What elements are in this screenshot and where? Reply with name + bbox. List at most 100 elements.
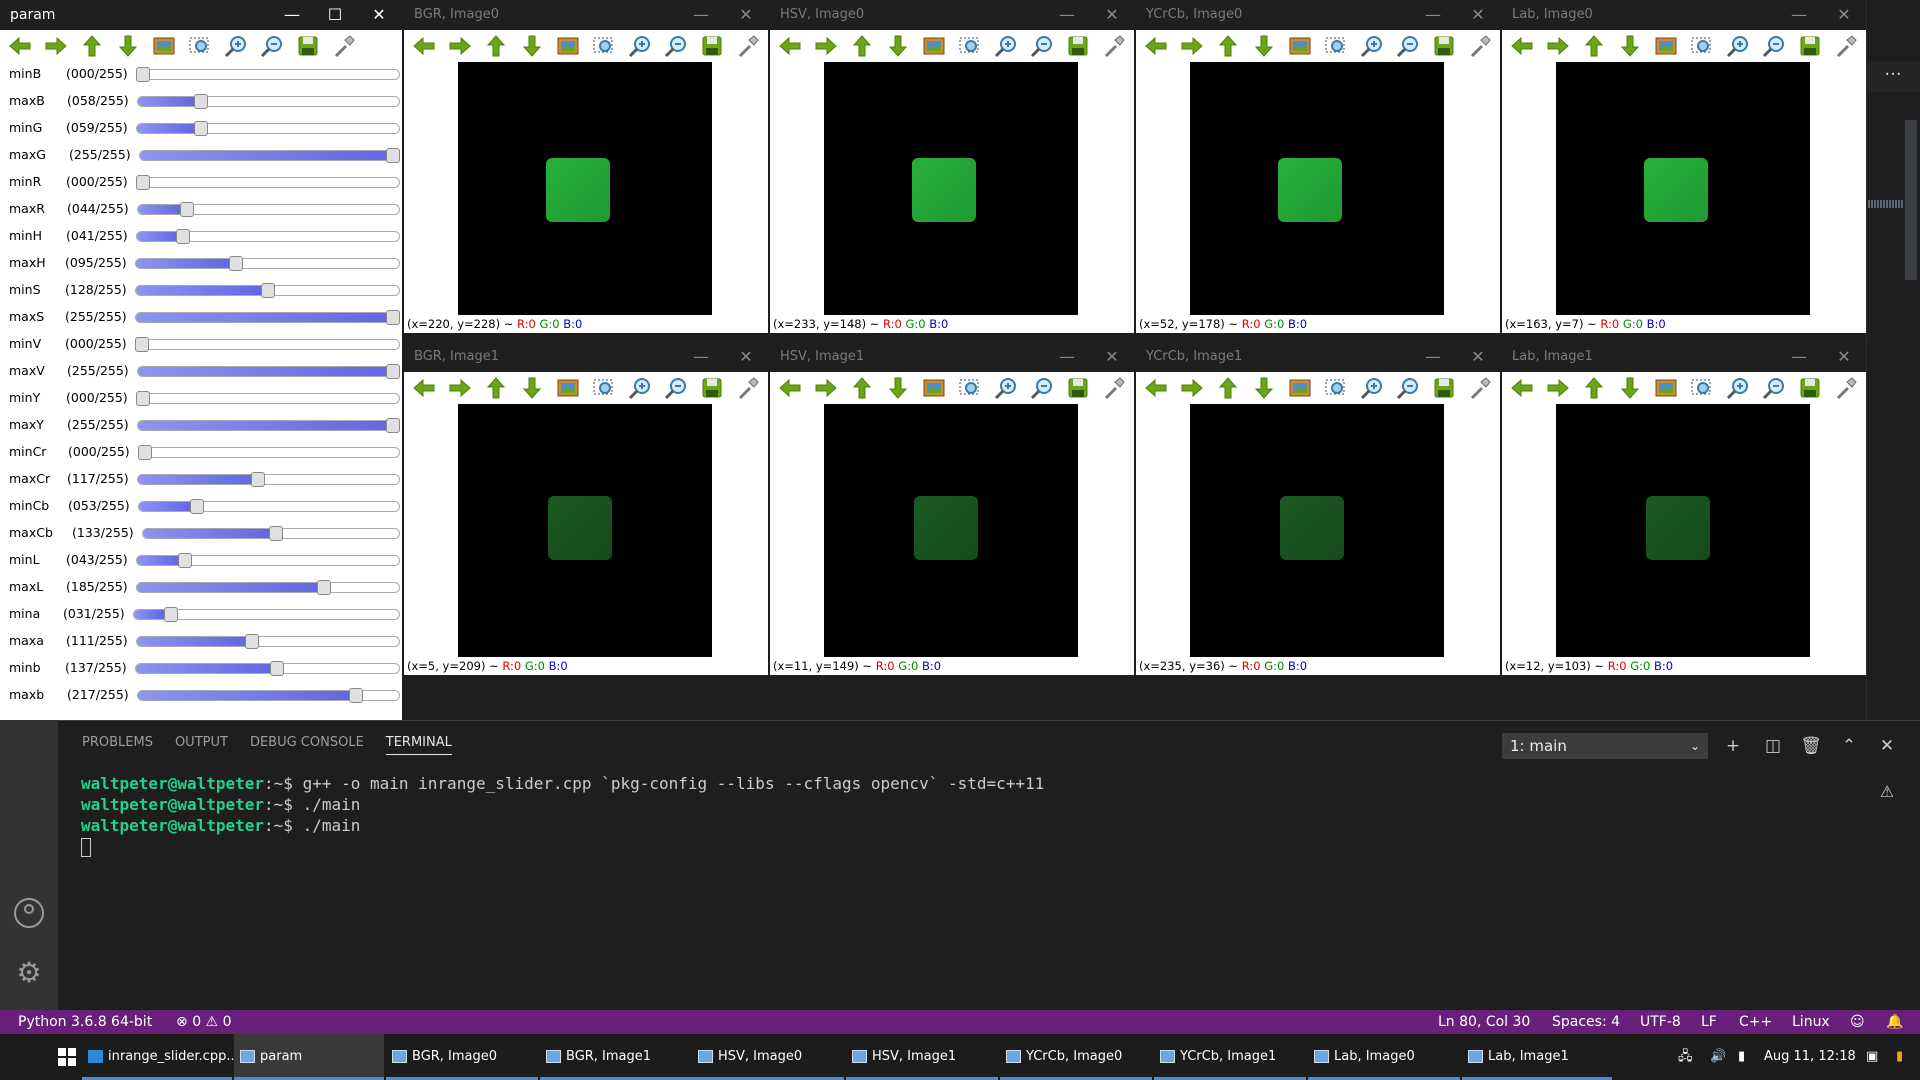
- feedback-icon[interactable]: ☺: [1850, 1010, 1865, 1034]
- arrow-right-icon[interactable]: [1178, 375, 1205, 401]
- zoom-region-icon[interactable]: [590, 375, 617, 401]
- save-icon[interactable]: [1796, 375, 1823, 401]
- slider-track[interactable]: [137, 474, 400, 485]
- image-canvas[interactable]: [404, 62, 768, 322]
- fit-image-icon[interactable]: [1286, 375, 1313, 401]
- save-icon[interactable]: [294, 33, 321, 59]
- trash-icon[interactable]: 🗑: [1798, 733, 1824, 759]
- taskbar-item[interactable]: param: [234, 1034, 384, 1080]
- arrow-up-icon[interactable]: [1580, 33, 1607, 59]
- slider-track[interactable]: [138, 447, 400, 458]
- desktop-icon[interactable]: ▣: [1866, 1034, 1878, 1080]
- python-interpreter[interactable]: Python 3.6.8 64-bit: [18, 1010, 152, 1034]
- arrow-down-icon[interactable]: [1250, 375, 1277, 401]
- clock[interactable]: Aug 11, 12:18: [1764, 1034, 1856, 1080]
- arrow-down-icon[interactable]: [518, 375, 545, 401]
- slider-track[interactable]: [136, 123, 400, 134]
- arrow-up-icon[interactable]: [1214, 33, 1241, 59]
- zoom-in-icon[interactable]: [1358, 33, 1385, 59]
- image-window-titlebar[interactable]: BGR, Image1 — ✕: [404, 342, 768, 372]
- arrow-down-icon[interactable]: [1616, 33, 1643, 59]
- close-button[interactable]: ✕: [1829, 342, 1859, 372]
- save-icon[interactable]: [1064, 33, 1091, 59]
- image-window-titlebar[interactable]: Lab, Image1 — ✕: [1502, 342, 1866, 372]
- slider-thumb[interactable]: [135, 337, 149, 352]
- volume-icon[interactable]: 🔊: [1710, 1034, 1726, 1080]
- tab-output[interactable]: OUTPUT: [175, 735, 228, 755]
- tab-problems[interactable]: PROBLEMS: [82, 735, 153, 755]
- save-icon[interactable]: [698, 33, 725, 59]
- close-button[interactable]: ✕: [364, 0, 394, 30]
- minimize-button[interactable]: —: [686, 342, 716, 372]
- slider-track[interactable]: [135, 258, 400, 269]
- slider-thumb[interactable]: [189, 499, 204, 514]
- more-actions-button[interactable]: ···: [1866, 62, 1920, 92]
- taskbar-item[interactable]: HSV, Image0: [692, 1034, 844, 1080]
- terminal-select[interactable]: 1: main ⌄: [1502, 733, 1708, 759]
- save-icon[interactable]: [1064, 375, 1091, 401]
- arrow-up-icon[interactable]: [482, 375, 509, 401]
- fit-image-icon[interactable]: [150, 33, 177, 59]
- arrow-right-icon[interactable]: [812, 33, 839, 59]
- arrow-left-icon[interactable]: [6, 33, 33, 59]
- close-button[interactable]: ✕: [1829, 0, 1859, 30]
- slider-thumb[interactable]: [176, 229, 191, 244]
- arrow-up-icon[interactable]: [848, 375, 875, 401]
- close-button[interactable]: ✕: [1097, 342, 1127, 372]
- zoom-region-icon[interactable]: [1688, 33, 1715, 59]
- slider-track[interactable]: [139, 150, 400, 161]
- slider-track[interactable]: [137, 96, 400, 107]
- slider-thumb[interactable]: [228, 256, 243, 271]
- split-terminal-icon[interactable]: ◫: [1760, 733, 1786, 759]
- arrow-up-icon[interactable]: [1580, 375, 1607, 401]
- minimize-button[interactable]: —: [1418, 0, 1448, 30]
- language-mode[interactable]: C++: [1739, 1010, 1772, 1034]
- zoom-in-icon[interactable]: [626, 33, 653, 59]
- slider-thumb[interactable]: [386, 418, 400, 433]
- properties-icon[interactable]: [1832, 375, 1859, 401]
- arrow-up-icon[interactable]: [482, 33, 509, 59]
- zoom-out-icon[interactable]: [1394, 33, 1421, 59]
- zoom-out-icon[interactable]: [1028, 33, 1055, 59]
- slider-track[interactable]: [138, 501, 400, 512]
- zoom-in-icon[interactable]: [1724, 375, 1751, 401]
- network-icon[interactable]: 🖧: [1678, 1034, 1693, 1080]
- bell-icon[interactable]: 🔔: [1886, 1010, 1903, 1034]
- zoom-in-icon[interactable]: [1358, 375, 1385, 401]
- slider-track[interactable]: [136, 177, 400, 188]
- arrow-down-icon[interactable]: [884, 375, 911, 401]
- arrow-left-icon[interactable]: [1142, 33, 1169, 59]
- line-ending[interactable]: LF: [1701, 1010, 1717, 1034]
- arrow-right-icon[interactable]: [42, 33, 69, 59]
- zoom-out-icon[interactable]: [1028, 375, 1055, 401]
- arrow-right-icon[interactable]: [446, 375, 473, 401]
- save-icon[interactable]: [1430, 375, 1457, 401]
- slider-thumb[interactable]: [180, 202, 195, 217]
- close-button[interactable]: ✕: [731, 0, 761, 30]
- close-button[interactable]: ✕: [1097, 0, 1127, 30]
- slider-track[interactable]: [136, 555, 400, 566]
- properties-icon[interactable]: [1832, 33, 1859, 59]
- image-canvas[interactable]: [1502, 62, 1866, 322]
- arrow-left-icon[interactable]: [410, 33, 437, 59]
- image-canvas[interactable]: [1136, 62, 1500, 322]
- param-titlebar[interactable]: param — ☐ ✕: [0, 0, 402, 30]
- minimize-button[interactable]: —: [1784, 0, 1814, 30]
- minimize-button[interactable]: —: [1418, 342, 1448, 372]
- arrow-right-icon[interactable]: [1544, 375, 1571, 401]
- arrow-right-icon[interactable]: [812, 375, 839, 401]
- zoom-in-icon[interactable]: [992, 33, 1019, 59]
- notification-icon[interactable]: ▮: [1896, 1034, 1903, 1080]
- editor-scrollbar[interactable]: [1905, 120, 1917, 280]
- image-canvas[interactable]: [404, 404, 768, 664]
- maximize-panel-icon[interactable]: ⌃: [1836, 733, 1862, 759]
- zoom-in-icon[interactable]: [992, 375, 1019, 401]
- minimize-button[interactable]: —: [1784, 342, 1814, 372]
- arrow-left-icon[interactable]: [776, 33, 803, 59]
- properties-icon[interactable]: [734, 375, 761, 401]
- zoom-region-icon[interactable]: [186, 33, 213, 59]
- slider-thumb[interactable]: [317, 580, 332, 595]
- arrow-down-icon[interactable]: [114, 33, 141, 59]
- tab-debug-console[interactable]: DEBUG CONSOLE: [250, 735, 364, 755]
- taskbar-item[interactable]: HSV, Image1: [846, 1034, 998, 1080]
